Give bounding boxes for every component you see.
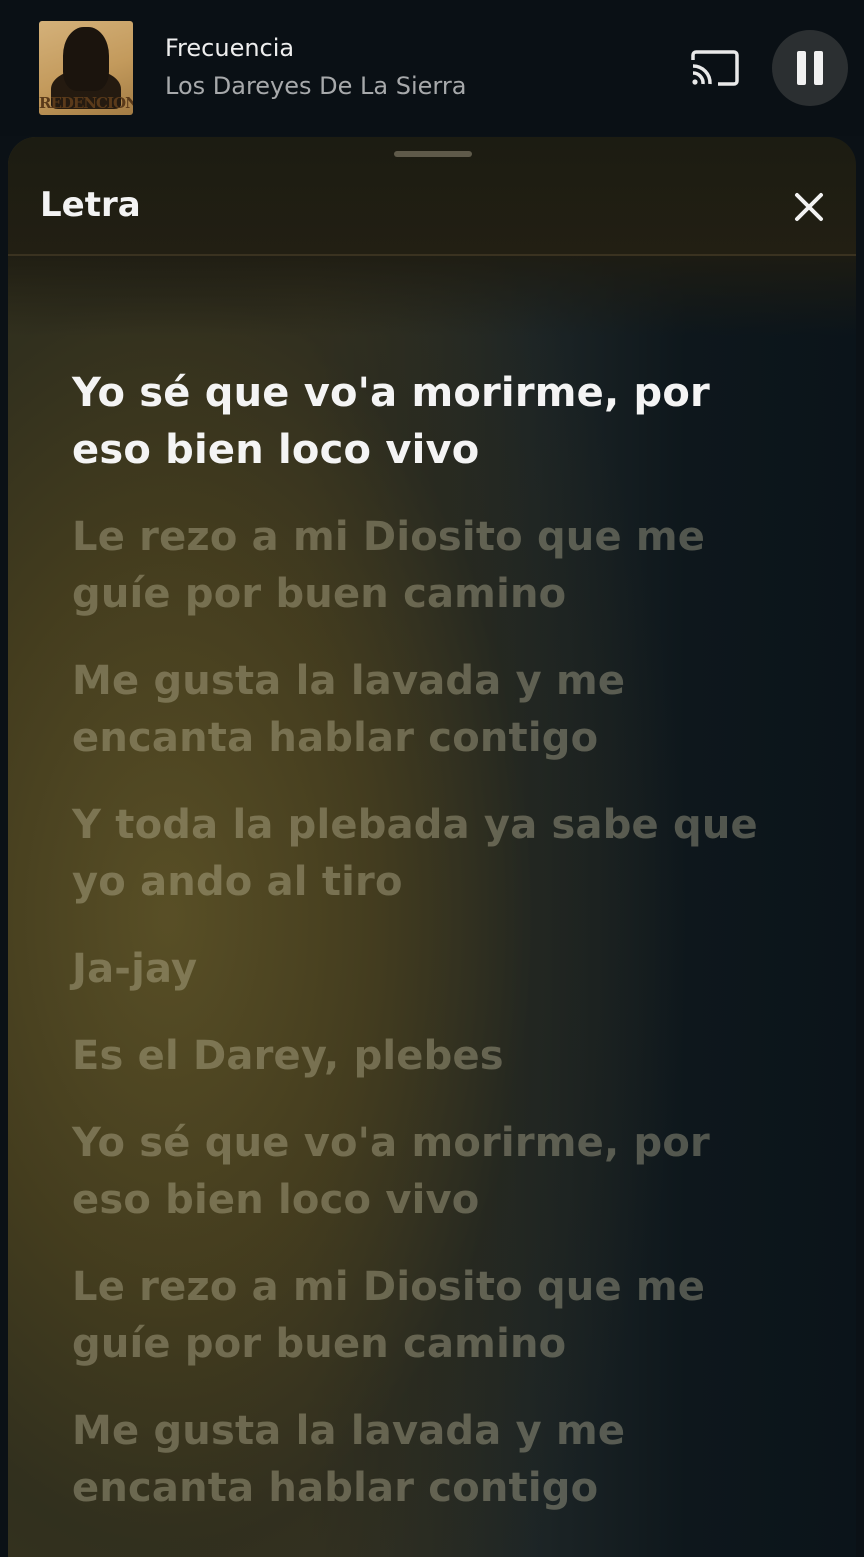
pause-icon-bar bbox=[814, 51, 823, 85]
mini-player[interactable]: REDENCION Frecuencia Los Dareyes De La S… bbox=[0, 0, 864, 136]
pause-icon bbox=[797, 51, 806, 85]
lyrics-fade bbox=[8, 256, 856, 336]
lyric-line[interactable]: Ja-jay bbox=[72, 941, 792, 998]
album-art[interactable]: REDENCION bbox=[39, 21, 133, 115]
pause-button[interactable] bbox=[772, 30, 848, 106]
song-artist: Los Dareyes De La Sierra bbox=[165, 72, 467, 100]
album-art-head bbox=[63, 27, 109, 91]
lyric-line[interactable]: Y toda la plebada ya sabe que yo ando al… bbox=[72, 797, 792, 911]
lyric-line[interactable]: Es el Darey, plebes bbox=[72, 1028, 792, 1085]
close-icon[interactable] bbox=[788, 186, 830, 228]
lyric-line[interactable]: Le rezo a mi Diosito que me guíe por bue… bbox=[72, 1259, 792, 1373]
lyric-line[interactable]: Le rezo a mi Diosito que me guíe por bue… bbox=[72, 509, 792, 623]
lyrics-list[interactable]: Yo sé que vo'a morirme, por eso bien loc… bbox=[72, 365, 792, 1547]
lyrics-sheet-header: Letra bbox=[8, 137, 856, 256]
cast-icon[interactable] bbox=[690, 48, 740, 88]
lyric-line[interactable]: Me gusta la lavada y me encanta hablar c… bbox=[72, 653, 792, 767]
song-title: Frecuencia bbox=[165, 34, 295, 62]
lyric-line[interactable]: Me gusta la lavada y me encanta hablar c… bbox=[72, 1403, 792, 1517]
drag-handle[interactable] bbox=[394, 151, 472, 157]
lyric-line-active[interactable]: Yo sé que vo'a morirme, por eso bien loc… bbox=[72, 365, 792, 479]
lyric-line[interactable]: Yo sé que vo'a morirme, por eso bien loc… bbox=[72, 1115, 792, 1229]
album-art-title: REDENCION bbox=[39, 94, 133, 112]
sheet-title: Letra bbox=[40, 185, 141, 225]
lyrics-sheet: Letra Yo sé que vo'a morirme, por eso bi… bbox=[8, 137, 856, 1557]
